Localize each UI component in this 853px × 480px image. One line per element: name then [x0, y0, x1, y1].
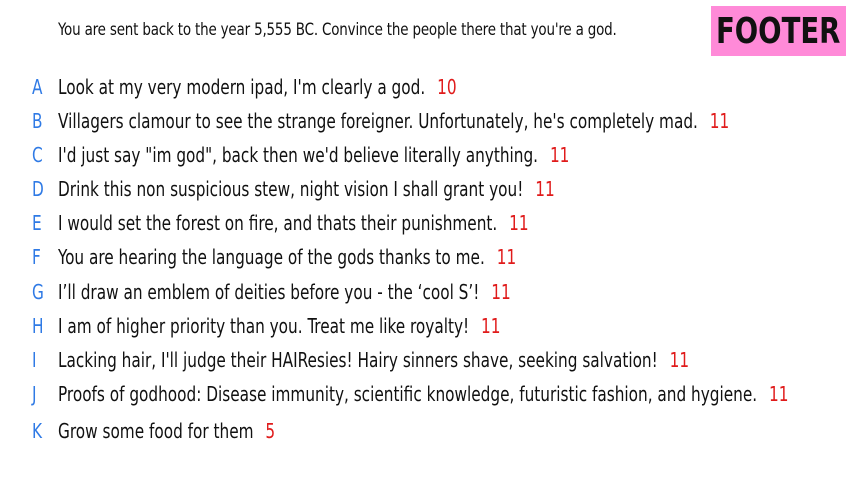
answer-letter: A [32, 75, 43, 99]
answer-letter: I [32, 348, 37, 372]
answer-letter: G [32, 280, 44, 304]
answer-text: You are hearing the language of the gods… [58, 245, 485, 269]
answer-letter: D [32, 177, 44, 201]
question-prompt: You are sent back to the year 5,555 BC. … [58, 20, 617, 40]
answer-letter: H [32, 314, 44, 338]
answer-text: Proofs of godhood: Disease immunity, sci… [58, 382, 758, 406]
answer-text: Villagers clamour to see the strange for… [58, 109, 698, 133]
answer-text: Grow some food for them [58, 419, 254, 443]
answer-text: Drink this non suspicious stew, night vi… [58, 177, 524, 201]
answer-score: 11 [491, 280, 511, 304]
answer-score: 11 [709, 109, 730, 133]
answer-text: I'd just say "im god", back then we'd be… [58, 143, 539, 167]
answer-score: 11 [549, 143, 570, 167]
answer-score: 10 [437, 75, 457, 99]
answer-letter: B [32, 109, 43, 133]
answer-text: I would set the forest on fire, and that… [58, 211, 498, 235]
answer-score: 11 [509, 211, 529, 235]
answer-score: 11 [535, 177, 555, 201]
answer-letter: J [32, 382, 37, 406]
answer-letter: K [32, 419, 43, 443]
answer-score: 11 [669, 348, 690, 372]
answer-text: Lacking hair, I'll judge their HAIResies… [58, 348, 658, 372]
footer-badge: FOOTER [711, 6, 846, 56]
answer-score: 11 [496, 245, 517, 269]
answer-letter: F [32, 245, 41, 269]
answer-text: Look at my very modern ipad, I'm clearly… [58, 75, 426, 99]
footer-label: FOOTER [716, 10, 841, 52]
answer-score: 11 [481, 314, 501, 338]
answer-score: 5 [265, 419, 276, 443]
answer-letter: C [32, 143, 43, 167]
answer-text: I’ll draw an emblem of deities before yo… [58, 280, 480, 304]
answer-letter: E [32, 211, 42, 235]
answer-text: I am of higher priority than you. Treat … [58, 314, 470, 338]
answer-score: 11 [769, 382, 789, 406]
